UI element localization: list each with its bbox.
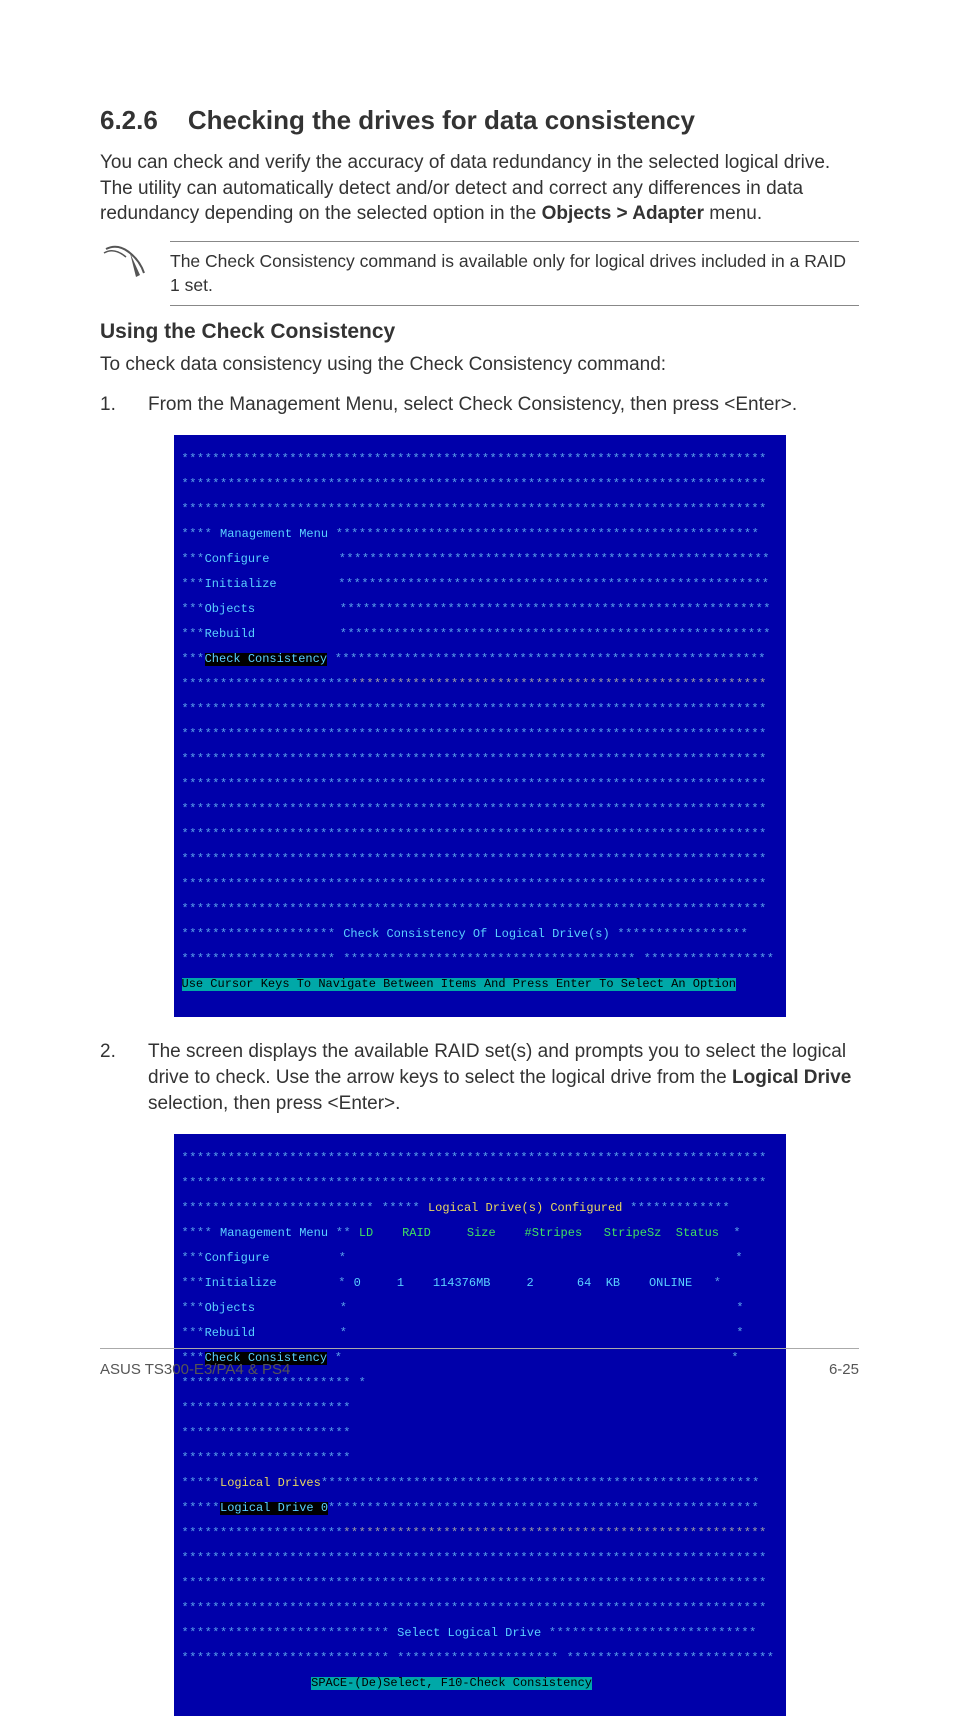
step-1-num: 1. bbox=[100, 392, 148, 418]
note-text: The Check Consistency command is availab… bbox=[170, 241, 859, 306]
col-ld: LD bbox=[359, 1227, 373, 1240]
bios1-hint: Use Cursor Keys To Navigate Between Item… bbox=[182, 978, 737, 991]
page-content: 6.2.6 Checking the drives for data consis… bbox=[0, 0, 954, 1716]
step-2-num: 2. bbox=[100, 1039, 148, 1116]
intro-paragraph: You can check and verify the accuracy of… bbox=[100, 150, 859, 227]
menu-item-rebuild: Rebuild bbox=[205, 628, 255, 641]
bios-screenshot-1: ****************************************… bbox=[174, 435, 786, 1017]
col-stripesz: StripeSz bbox=[604, 1227, 662, 1240]
row-ld: 0 bbox=[354, 1277, 361, 1290]
bios-screenshot-2: ****************************************… bbox=[174, 1134, 786, 1716]
menu-item-configure: Configure bbox=[205, 553, 270, 566]
col-size: Size bbox=[467, 1227, 496, 1240]
col-raid: RAID bbox=[402, 1227, 431, 1240]
row-stripes: 2 bbox=[527, 1277, 534, 1290]
step-1: 1. From the Management Menu, select Chec… bbox=[100, 392, 859, 418]
footer-left: ASUS TS300-E3/PA4 & PS4 bbox=[100, 1361, 290, 1378]
bios1-prompt: Check Consistency Of Logical Drive(s) bbox=[343, 928, 609, 941]
menu-title: Management Menu bbox=[220, 528, 328, 541]
bios2-logical-drives: Logical Drives bbox=[220, 1477, 321, 1490]
section-heading: 6.2.6 Checking the drives for data consis… bbox=[100, 105, 859, 136]
menu-item-check-consistency: Check Consistency bbox=[205, 653, 327, 666]
bios2-prompt: Select Logical Drive bbox=[397, 1627, 541, 1640]
subheading: Using the Check Consistency bbox=[100, 320, 859, 344]
row-stripesz: 64 KB bbox=[577, 1277, 620, 1290]
menu-item-objects: Objects bbox=[205, 603, 255, 616]
bios2-hint: SPACE-(De)Select, F10-Check Consistency bbox=[311, 1677, 592, 1690]
bios2-logical-drive-sel: Logical Drive 0 bbox=[220, 1502, 328, 1515]
section-title: Checking the drives for data consistency bbox=[188, 105, 695, 135]
section-number: 6.2.6 bbox=[100, 105, 158, 135]
note-icon bbox=[100, 241, 170, 286]
step-2: 2. The screen displays the available RAI… bbox=[100, 1039, 859, 1116]
note-box: The Check Consistency command is availab… bbox=[100, 241, 859, 306]
row-raid: 1 bbox=[397, 1277, 404, 1290]
menu-item-initialize: Initialize bbox=[205, 578, 277, 591]
row-status: ONLINE bbox=[649, 1277, 692, 1290]
col-status: Status bbox=[676, 1227, 719, 1240]
step-2-text: The screen displays the available RAID s… bbox=[148, 1039, 859, 1116]
subheading-intro: To check data consistency using the Chec… bbox=[100, 352, 859, 378]
page-footer: ASUS TS300-E3/PA4 & PS4 6-25 bbox=[100, 1348, 859, 1378]
step-1-text: From the Management Menu, select Check C… bbox=[148, 392, 859, 418]
bios2-header-title: Logical Drive(s) Configured bbox=[428, 1202, 622, 1215]
row-size: 114376MB bbox=[433, 1277, 491, 1290]
footer-right: 6-25 bbox=[829, 1361, 859, 1378]
col-stripes: #Stripes bbox=[525, 1227, 583, 1240]
